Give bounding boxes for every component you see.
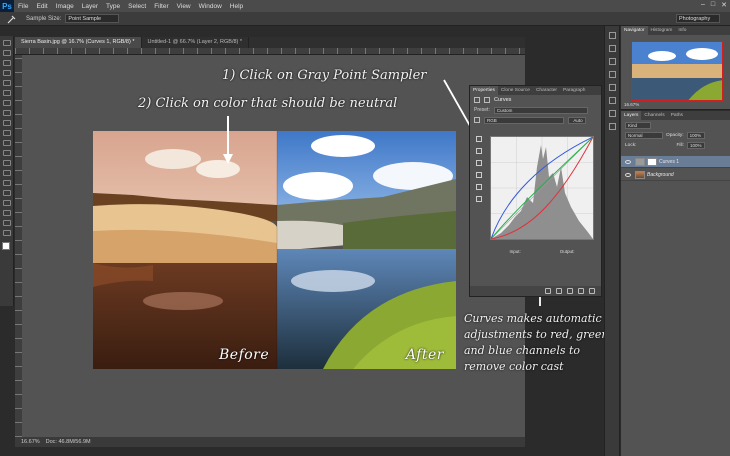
curves-note-line-4: remove color cast <box>464 360 564 373</box>
histogram <box>491 145 593 239</box>
curve-tools <box>473 136 485 208</box>
adjustments-panel-icon[interactable] <box>608 58 616 65</box>
curves-layer-icon <box>635 157 645 166</box>
tab-histogram[interactable]: Histogram <box>648 26 676 35</box>
curves-note-line-2: adjustments to red, green <box>464 328 609 341</box>
layer-name: Curves 1 <box>659 158 680 165</box>
visibility-icon[interactable] <box>578 288 584 294</box>
properties-tabs: Properties Clone Source Character Paragr… <box>470 86 601 95</box>
tab-paragraph[interactable]: Paragraph <box>560 86 588 95</box>
io-labels: Input: Output: <box>490 249 594 254</box>
navigator-thumbnail[interactable] <box>631 41 723 101</box>
background-thumbnail <box>635 170 645 179</box>
preset-row: Preset: Custom <box>470 105 601 115</box>
curves-note-line-3: and blue channels to <box>464 344 581 357</box>
properties-header: Curves <box>470 95 601 105</box>
brush-panel-icon[interactable] <box>608 110 616 117</box>
tab-paths[interactable]: Paths <box>668 111 686 120</box>
color-panel-icon[interactable] <box>608 97 616 104</box>
fill-label: Fill: <box>676 142 684 148</box>
properties-title: Curves <box>494 97 512 103</box>
tab-channels[interactable]: Channels <box>641 111 667 120</box>
tab-clone-source[interactable]: Clone Source <box>498 86 533 95</box>
preset-label: Preset: <box>474 107 490 113</box>
pencil-icon[interactable] <box>476 184 482 190</box>
actions-panel-icon[interactable] <box>608 45 616 52</box>
channel-row: RGB Auto <box>470 115 601 125</box>
curves-note: Curves makes automatic adjustments to re… <box>464 311 609 375</box>
curves-adjustment-icon <box>474 97 480 103</box>
tab-navigator[interactable]: Navigator <box>621 26 648 35</box>
tab-properties[interactable]: Properties <box>470 86 498 95</box>
output-label: Output: <box>559 249 575 254</box>
layer-name: Background <box>647 171 674 178</box>
smooth-icon[interactable] <box>476 196 482 202</box>
auto-button[interactable]: Auto <box>568 116 586 124</box>
layers-tabs: Layers Channels Paths <box>621 111 730 120</box>
input-label: Input: <box>509 249 521 254</box>
curves-note-line-1: Curves makes automatic <box>464 312 602 325</box>
clip-to-layer-icon[interactable] <box>545 288 551 294</box>
target-adjustment-icon[interactable] <box>474 117 480 123</box>
styles-panel-icon[interactable] <box>608 123 616 130</box>
panel-icon-strip <box>604 26 620 456</box>
lock-row: Lock: Fill: 100% <box>621 140 730 150</box>
layer-mask-thumbnail[interactable] <box>647 157 657 166</box>
reset-icon[interactable] <box>567 288 573 294</box>
layer-row-background[interactable]: Background <box>621 169 730 181</box>
gray-point-sampler-icon[interactable] <box>476 148 482 154</box>
properties-panel-icon[interactable] <box>608 71 616 78</box>
swatches-panel-icon[interactable] <box>608 84 616 91</box>
navigator-panel: Navigator Histogram Info 16.67% <box>621 26 730 110</box>
eye-icon[interactable] <box>625 172 631 177</box>
curves-graph[interactable] <box>490 136 594 240</box>
eye-icon[interactable] <box>625 159 631 164</box>
curve-edit-icon[interactable] <box>476 172 482 178</box>
properties-footer <box>470 286 601 296</box>
fill-input[interactable]: 100% <box>686 141 705 149</box>
layers-panel: Layers Channels Paths Kind Normal Opacit… <box>621 111 730 456</box>
filter-row: Kind <box>621 120 730 130</box>
lock-label: Lock: <box>625 142 637 148</box>
blend-row: Normal Opacity: 100% <box>621 130 730 140</box>
preset-select[interactable]: Custom <box>493 106 588 114</box>
opacity-label: Opacity: <box>666 132 684 138</box>
mask-icon[interactable] <box>484 97 490 103</box>
blend-mode-select[interactable]: Normal <box>625 131 663 139</box>
layer-filter-select[interactable]: Kind <box>625 121 651 129</box>
history-panel-icon[interactable] <box>608 32 616 39</box>
white-point-sampler-icon[interactable] <box>476 160 482 166</box>
layer-row-curves[interactable]: Curves 1 <box>621 156 730 168</box>
tab-layers[interactable]: Layers <box>621 111 642 120</box>
channel-select[interactable]: RGB <box>484 116 564 124</box>
properties-panel: Properties Clone Source Character Paragr… <box>469 85 602 297</box>
tab-character[interactable]: Character <box>533 86 560 95</box>
tab-info[interactable]: Info <box>675 26 689 35</box>
navigator-tabs: Navigator Histogram Info <box>621 26 730 35</box>
navigator-zoom[interactable]: 16.67% <box>624 102 639 107</box>
view-previous-icon[interactable] <box>556 288 562 294</box>
opacity-input[interactable]: 100% <box>686 131 705 139</box>
trash-icon[interactable] <box>589 288 595 294</box>
black-point-sampler-icon[interactable] <box>476 136 482 142</box>
